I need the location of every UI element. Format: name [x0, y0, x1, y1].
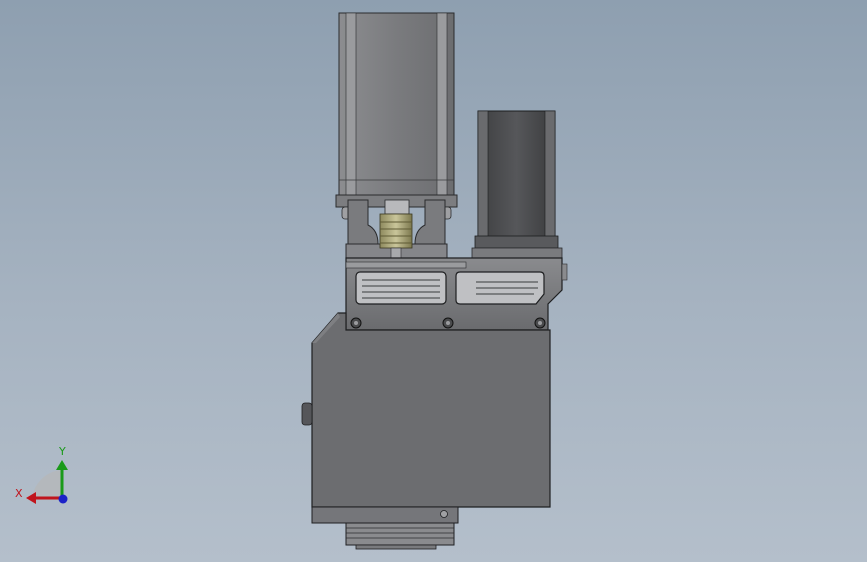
- triad-x-arrow: [26, 492, 36, 504]
- stepper-motor: [471, 110, 563, 259]
- orientation-triad[interactable]: Y X: [15, 445, 68, 504]
- cad-viewport[interactable]: Y X: [0, 0, 867, 562]
- triad-y-arrow: [56, 460, 68, 470]
- servo-motor: [335, 12, 458, 220]
- triad-z-dot: [58, 494, 68, 504]
- triad-x-label: X: [15, 487, 23, 500]
- triad-y-label: Y: [58, 445, 66, 458]
- mounting-plate: [345, 257, 568, 331]
- output-flange: [345, 522, 455, 550]
- main-housing: [301, 312, 551, 524]
- cad-model-view[interactable]: Y X: [0, 0, 867, 562]
- triad-plane-shade: [32, 470, 62, 500]
